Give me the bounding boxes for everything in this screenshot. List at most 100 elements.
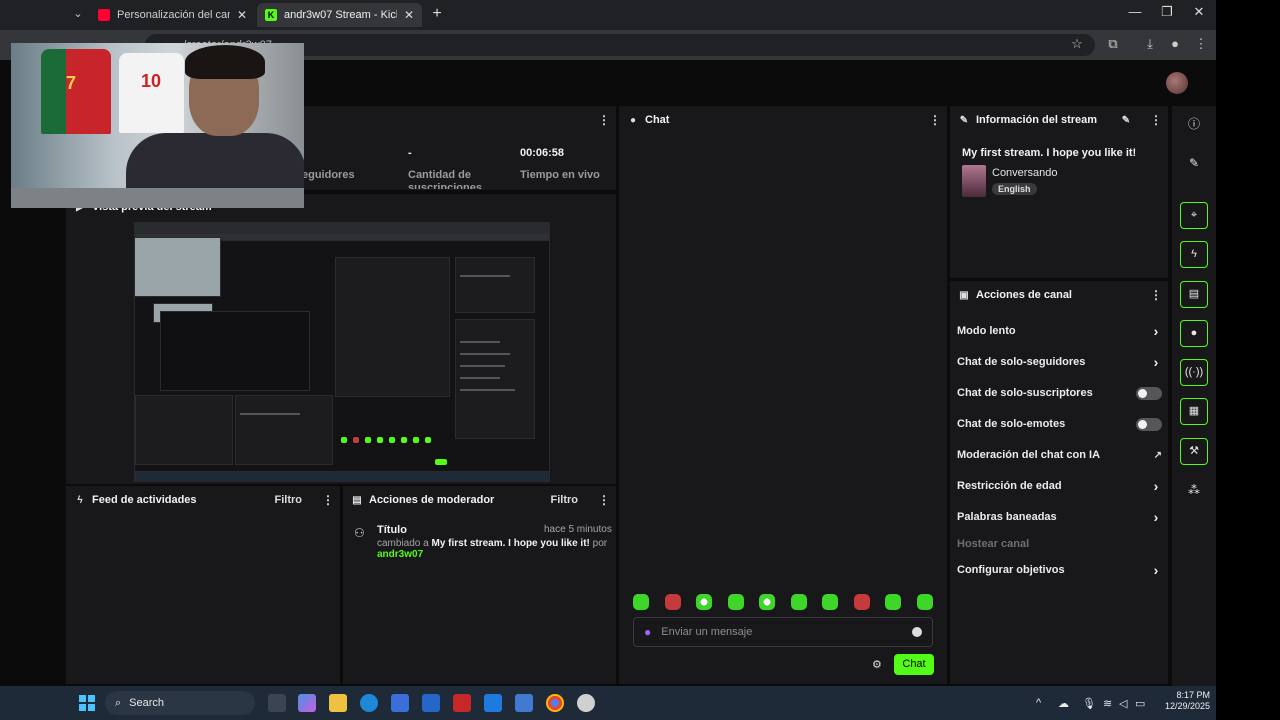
action-label: Moderación del chat con IA [957,449,1101,461]
close-window-icon[interactable]: ✕ [1184,4,1214,20]
avatar[interactable] [1166,72,1188,94]
mod-entry-user[interactable]: andr3w07 [377,549,423,560]
letterbox-right [1216,0,1280,720]
action-configure-goals[interactable]: Configurar objetivos › [957,560,1162,580]
emoji-icon[interactable] [912,627,922,637]
chat-send-button[interactable]: Chat [894,654,934,675]
action-label: Configurar objetivos [957,564,1065,576]
tab-youtube[interactable]: Personalización del canal - You ✕ [90,3,255,27]
microphone-icon[interactable]: 🎙 [1082,697,1096,710]
right-rail [1172,106,1216,686]
chat-bubble-icon[interactable]: ● [1180,320,1208,347]
microphone-icon[interactable]: ● [644,625,651,639]
emote-icon[interactable] [759,594,776,610]
tab-search-dropdown-icon[interactable]: ⌄ [68,4,88,24]
emote-icon[interactable] [664,594,681,610]
emote-icon[interactable] [633,594,649,610]
document-icon[interactable]: ▤ [1180,281,1208,308]
taskbar-search[interactable]: ⌕ Search [105,691,255,715]
emote-icon[interactable] [822,594,839,610]
screen: ⌄ Personalización del canal - You ✕ K an… [0,0,1216,720]
info-icon[interactable]: ⓘ [1180,111,1208,138]
close-tab-icon[interactable]: ✕ [404,8,414,22]
stream-preview-image [134,222,550,482]
minimize-icon[interactable]: — [1120,4,1150,19]
layout-icon[interactable]: ▦ [1180,398,1208,425]
tab-kick[interactable]: K andr3w07 Stream - Kick Dashb ✕ [257,3,422,27]
mail-icon[interactable] [515,694,533,712]
chrome-icon[interactable] [546,694,564,712]
dropbox-icon[interactable] [484,694,502,712]
action-followers-only[interactable]: Chat de solo-seguidores › [957,352,1162,372]
browser-tabbar: ⌄ Personalización del canal - You ✕ K an… [0,0,1216,30]
bookmark-star-icon[interactable]: ☆ [1068,36,1086,52]
more-options-icon[interactable]: ⋮ [598,493,610,507]
app-icon[interactable] [422,694,440,712]
live-time-label: Tiempo en vivo [520,169,600,181]
close-tab-icon[interactable]: ✕ [237,8,247,22]
chat-bubble-icon: ● [629,114,637,126]
panel-title: Chat [645,114,670,126]
chat-input[interactable]: ● Enviar un mensaje [633,617,933,647]
store-icon[interactable] [391,694,409,712]
clock-date: 12/29/2025 [1164,701,1210,711]
stream-category: Conversando [992,167,1058,179]
system-clock[interactable]: 8:17 PM 12/29/2025 [1150,690,1210,712]
more-options-icon[interactable]: ⋮ [598,113,610,127]
copilot-icon[interactable] [298,694,316,712]
emote-icon[interactable] [885,594,902,610]
panel-title: Acciones de canal [976,289,1072,301]
new-tab-icon[interactable]: + [428,4,446,24]
filter-button[interactable]: Filtro [275,494,303,506]
emotes-only-toggle[interactable] [1136,417,1162,431]
apps-icon[interactable]: ⁂ [1180,477,1208,504]
maximize-icon[interactable]: ❐ [1152,4,1182,20]
more-options-icon[interactable]: ⋮ [929,113,941,127]
battery-icon[interactable]: ▭ [1135,697,1145,710]
file-explorer-icon[interactable] [329,694,347,712]
broadcast-icon[interactable]: ((·)) [1180,359,1208,386]
edge-icon[interactable] [360,694,378,712]
action-ai-moderation[interactable]: Moderación del chat con IA ↗ [957,445,1162,465]
action-age-restriction[interactable]: Restricción de edad › [957,476,1162,496]
more-options-icon[interactable]: ⋮ [1150,113,1162,127]
more-options-icon[interactable]: ⋮ [322,493,334,507]
emote-icon[interactable] [790,594,807,610]
emote-icon[interactable] [853,594,870,610]
mod-entry-body: cambiado a My first stream. I hope you l… [377,538,612,560]
emote-icon[interactable] [696,594,713,610]
obs-icon[interactable] [577,694,595,712]
pencil-icon[interactable]: ✎ [1180,150,1208,177]
action-banned-words[interactable]: Palabras baneadas › [957,507,1162,527]
download-icon[interactable]: ⤓ [1141,36,1159,52]
windows-start-icon[interactable] [79,695,95,711]
chevron-right-icon: › [1153,562,1159,578]
action-subscribers-only: Chat de solo-suscriptores [957,383,1162,403]
cloud-icon[interactable]: ☁ [1058,697,1069,710]
mcafee-icon[interactable] [453,694,471,712]
gear-icon[interactable]: ⚙ [872,658,882,671]
focus-icon[interactable]: ⌖ [1180,202,1208,229]
subscribers-only-toggle[interactable] [1136,386,1162,400]
action-host-channel: Hostear canal [957,534,1162,554]
volume-icon[interactable]: ◁ [1119,697,1127,710]
wrench-icon: ✎ [959,114,969,126]
extensions-icon[interactable]: ⧉ [1104,36,1122,52]
pencil-icon[interactable]: ✎ [1120,115,1132,126]
subs-label: Cantidad de suscripciones [408,169,482,189]
task-view-icon[interactable] [268,694,286,712]
profile-icon[interactable]: ● [1166,36,1184,51]
filter-button[interactable]: Filtro [551,494,579,506]
more-options-icon[interactable]: ⋮ [1150,288,1162,302]
chevron-up-icon[interactable]: ^ [1036,697,1041,709]
emote-icon[interactable] [727,594,744,610]
action-slow-mode[interactable]: Modo lento › [957,321,1162,341]
search-icon: ⌕ [115,696,122,709]
wifi-icon[interactable]: ≋ [1103,697,1112,710]
emote-icon[interactable] [916,594,933,610]
lightning-icon[interactable]: ϟ [1180,241,1208,268]
action-emotes-only: Chat de solo-emotes [957,414,1162,434]
chevron-right-icon: › [1153,354,1159,370]
menu-icon[interactable]: ⋮ [1192,36,1210,52]
wrench-icon[interactable]: ⚒ [1180,438,1208,465]
